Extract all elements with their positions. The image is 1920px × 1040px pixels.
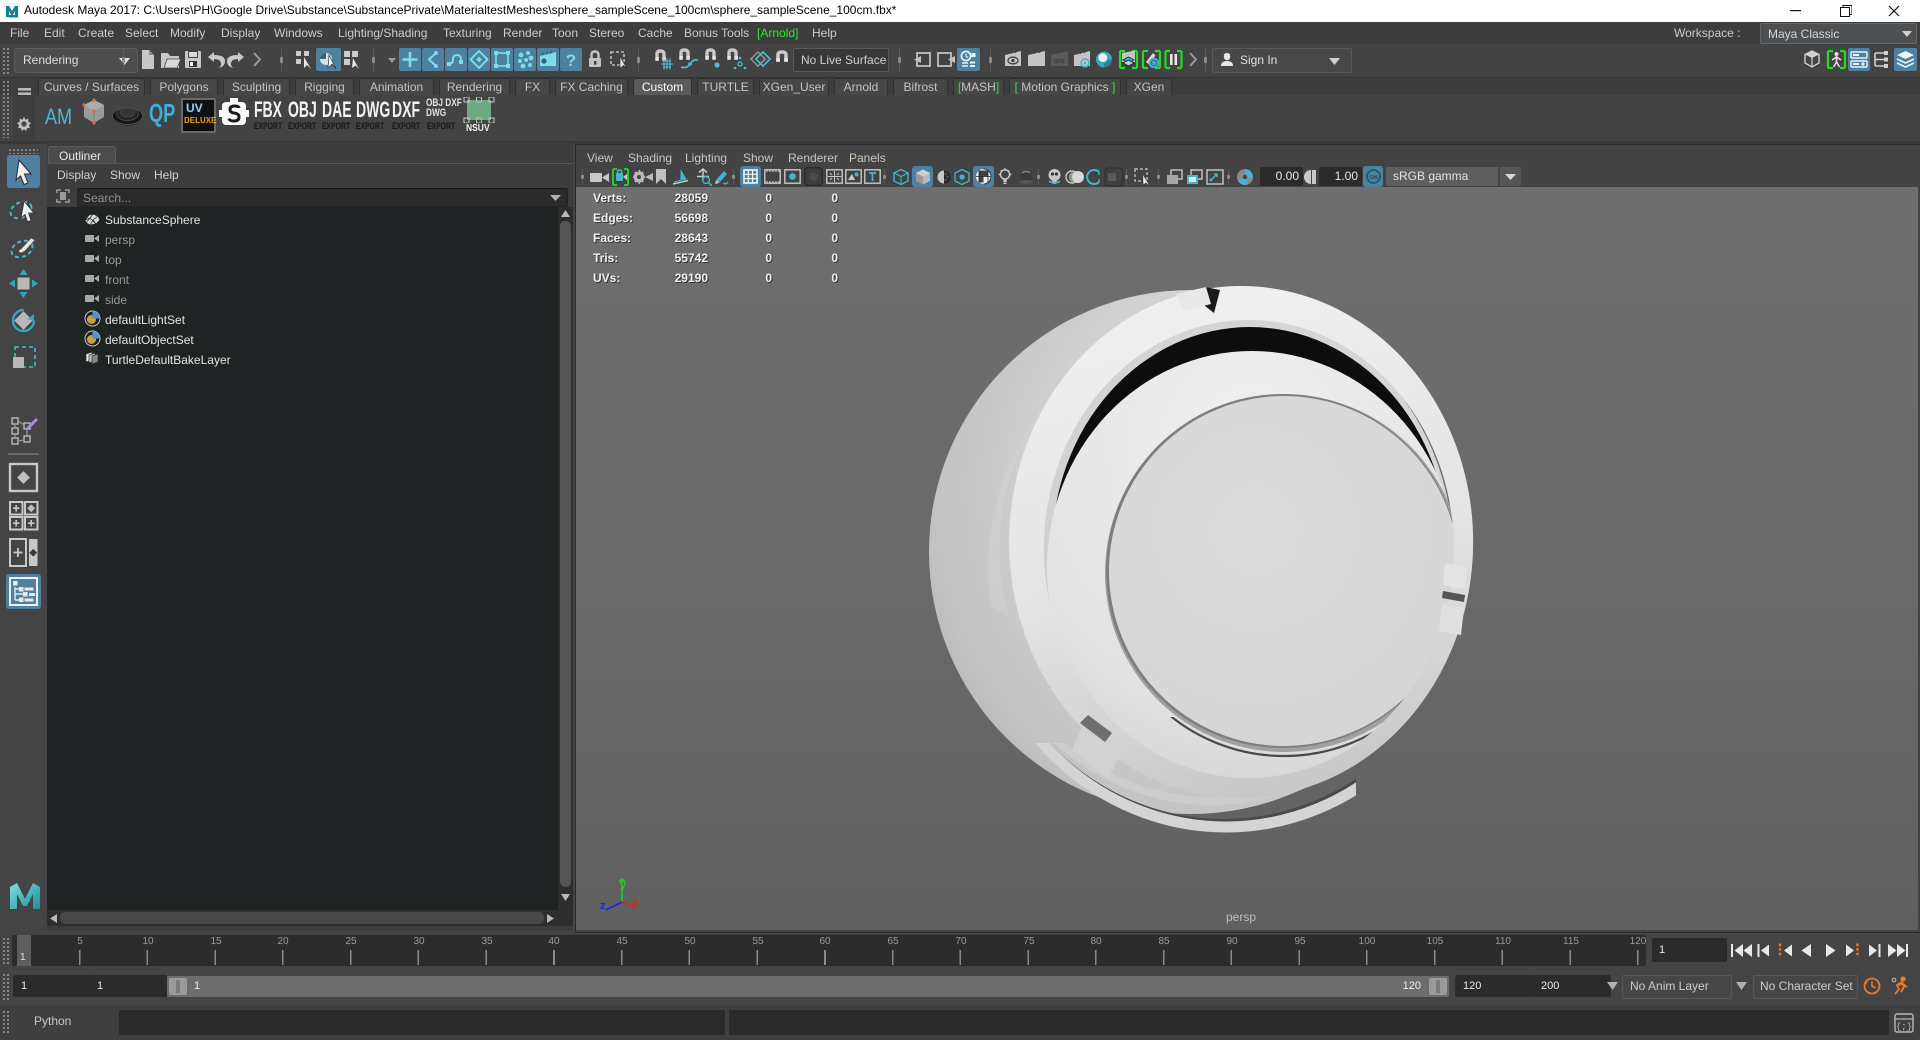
svg-text:{;}: {;} bbox=[1896, 1022, 1912, 1032]
svg-text:?: ? bbox=[566, 51, 576, 70]
svg-text:z: z bbox=[600, 900, 606, 912]
svg-text:x: x bbox=[632, 896, 639, 908]
svg-text:y: y bbox=[620, 879, 627, 891]
svg-text:IPR: IPR bbox=[1054, 59, 1065, 66]
svg-text:ON: ON bbox=[1369, 175, 1377, 181]
